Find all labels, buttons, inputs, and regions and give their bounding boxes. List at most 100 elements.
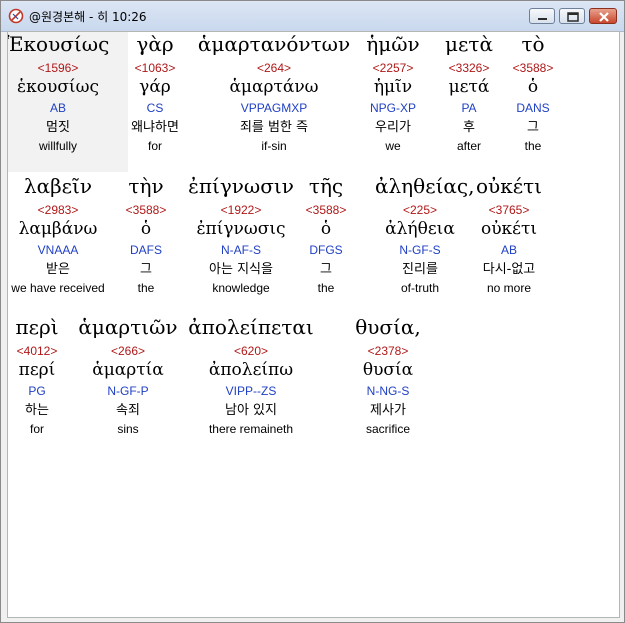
word-lemma: ὁ	[140, 219, 152, 239]
word-lemma: ὁ	[320, 219, 332, 239]
word-korean: 죄를 범한 즉	[239, 120, 309, 135]
interlinear-word[interactable]: λαβεῖν <2983> λαμβάνω VNAAA 받은 we have receiv…	[8, 174, 118, 300]
word-english: the	[317, 281, 335, 295]
interlinear-word[interactable]: τὸ <3588> ὁ DANS 그 the	[498, 34, 568, 158]
word-lemma: ἁμαρτάνω	[229, 77, 319, 97]
interlinear-panel[interactable]: Ἑκουσίως <1596> ἑκουσίως AB 멈짓 willfully γὰρ <1…	[7, 31, 620, 618]
word-morph: NPG-XP	[369, 101, 416, 115]
word-greek: τὴν	[128, 174, 164, 198]
word-english: the	[524, 139, 542, 153]
minimize-button[interactable]	[529, 8, 555, 24]
word-english: if-sin	[261, 139, 287, 153]
word-korean: 제사가	[370, 403, 406, 418]
word-korean: 왜냐하면	[131, 120, 179, 135]
word-strong: <2983>	[37, 203, 79, 217]
word-morph: VIPP--ZS	[225, 384, 277, 398]
interlinear-word[interactable]: μετὰ <3326> μετά PA 후 after	[434, 34, 504, 158]
interlinear-word[interactable]: τὴν <3588> ὁ DAFS 그 the	[111, 176, 181, 300]
word-english: sacrifice	[365, 422, 410, 436]
word-english: the	[137, 281, 155, 295]
word-strong: <3326>	[448, 61, 490, 75]
word-morph: VPPAGMXP	[240, 101, 308, 115]
word-strong: <225>	[402, 203, 438, 217]
word-morph: N-GF-P	[107, 384, 149, 398]
word-english: we	[385, 139, 401, 153]
word-greek: ἐπίγνωσιν	[188, 174, 294, 198]
word-english: for	[147, 139, 162, 153]
word-lemma: μετά	[448, 77, 490, 97]
word-english: of-truth	[400, 281, 439, 295]
word-greek: γὰρ	[136, 32, 174, 56]
word-morph: VNAAA	[37, 243, 79, 257]
interlinear-word[interactable]: ἁμαρτανόντων <264> ἁμαρτάνω VPPAGMXP 죄를 범한 즉…	[192, 34, 357, 158]
word-morph: N-GF-S	[399, 243, 441, 257]
word-strong: <1596>	[37, 61, 79, 75]
interlinear-word[interactable]: Ἑκουσίως <1596> ἑκουσίως AB 멈짓 willfully	[7, 32, 118, 158]
interlinear-word[interactable]: ἁμαρτιῶν <266> ἁμαρτία N-GF-P 속죄 sins	[78, 317, 178, 441]
app-window: @원경본해 - 히 10:26 Ἑκουσίως <1596> ἑκουσίως AB…	[0, 0, 625, 623]
word-lemma: ἑκουσίως	[17, 77, 99, 97]
word-lemma: θυσία	[362, 360, 414, 380]
interlinear-word[interactable]: γὰρ <1063> γάρ CS 왜냐하면 for	[120, 34, 190, 158]
word-lemma: περί	[18, 360, 56, 380]
close-button[interactable]	[589, 8, 617, 24]
word-english: there remaineth	[208, 422, 294, 436]
word-greek: μετὰ	[445, 32, 493, 56]
word-strong: <3588>	[512, 61, 554, 75]
interlinear-word[interactable]: ἀληθείας, <225> ἀλήθεια N-GF-S 진리를 of-truth	[375, 174, 475, 300]
word-strong: <3765>	[488, 203, 530, 217]
interlinear-word[interactable]: ἐπίγνωσιν <1922> ἐπίγνωσις N-AF-S 아는 지식을 know…	[174, 176, 309, 300]
word-greek: περὶ	[15, 315, 59, 339]
word-strong: <264>	[256, 61, 292, 75]
interlinear-word[interactable]: περὶ <4012> περί PG 하는 for	[8, 315, 67, 441]
word-english: sins	[117, 422, 139, 436]
word-english: knowledge	[212, 281, 270, 295]
word-english: for	[29, 422, 44, 436]
word-lemma: ἀλήθεια	[385, 219, 455, 239]
word-greek: ἀπολείπεται	[188, 315, 314, 339]
word-korean: 하는	[25, 403, 49, 418]
word-morph: PA	[461, 101, 477, 115]
word-strong: <266>	[110, 344, 146, 358]
interlinear-word[interactable]: τῆς <3588> ὁ DFGS 그 the	[291, 176, 361, 300]
interlinear-word[interactable]: ἀπολείπεται <620> ἀπολείπω VIPP--ZS 남아 있지 the…	[176, 317, 326, 441]
interlinear-word[interactable]: οὐκέτι <3765> οὐκέτι AB 다시-없고 no more	[464, 176, 554, 300]
word-english: we have received	[11, 281, 105, 295]
word-morph: N-NG-S	[366, 384, 410, 398]
word-english: willfully	[38, 139, 77, 153]
word-lemma: οὐκέτι	[480, 219, 538, 239]
word-strong: <2378>	[367, 344, 409, 358]
word-korean: 받은	[46, 262, 70, 277]
word-greek: τὸ	[521, 32, 545, 56]
word-morph: AB	[500, 243, 517, 257]
word-korean: 속죄	[116, 403, 140, 418]
word-lemma: λαμβάνω	[18, 219, 98, 239]
word-strong: <3588>	[125, 203, 167, 217]
word-strong: <1063>	[134, 61, 176, 75]
word-greek: λαβεῖν	[23, 174, 93, 198]
word-strong: <620>	[233, 344, 269, 358]
word-korean: 그	[527, 120, 539, 135]
word-greek: οὐκέτι	[476, 174, 542, 198]
interlinear-word[interactable]: θυσία, <2378> θυσία N-NG-S 제사가 sacrifice	[343, 317, 433, 441]
word-lemma: ἡμῖν	[373, 77, 413, 97]
word-morph: DFGS	[309, 243, 343, 257]
word-greek: θυσία,	[355, 315, 421, 339]
word-korean: 멈짓	[46, 120, 70, 135]
word-korean: 남아 있지	[225, 403, 277, 418]
word-greek: ἀληθείας,	[375, 174, 475, 198]
maximize-button[interactable]	[559, 8, 585, 24]
word-lemma: γάρ	[139, 77, 171, 97]
title-bar[interactable]: @원경본해 - 히 10:26	[1, 1, 624, 32]
word-morph: AB	[49, 101, 66, 115]
word-strong: <3588>	[305, 203, 347, 217]
word-lemma: ὁ	[527, 77, 539, 97]
word-korean: 진리를	[402, 262, 438, 277]
word-lemma: ἁμαρτία	[92, 360, 164, 380]
word-morph: N-AF-S	[221, 243, 261, 257]
word-greek: ἡμῶν	[366, 32, 420, 56]
word-korean: 그	[140, 262, 152, 277]
interlinear-word[interactable]: ἡμῶν <2257> ἡμῖν NPG-XP 우리가 we	[353, 34, 433, 158]
word-morph: PG	[28, 384, 46, 398]
word-greek: Ἑκουσίως	[7, 32, 110, 56]
